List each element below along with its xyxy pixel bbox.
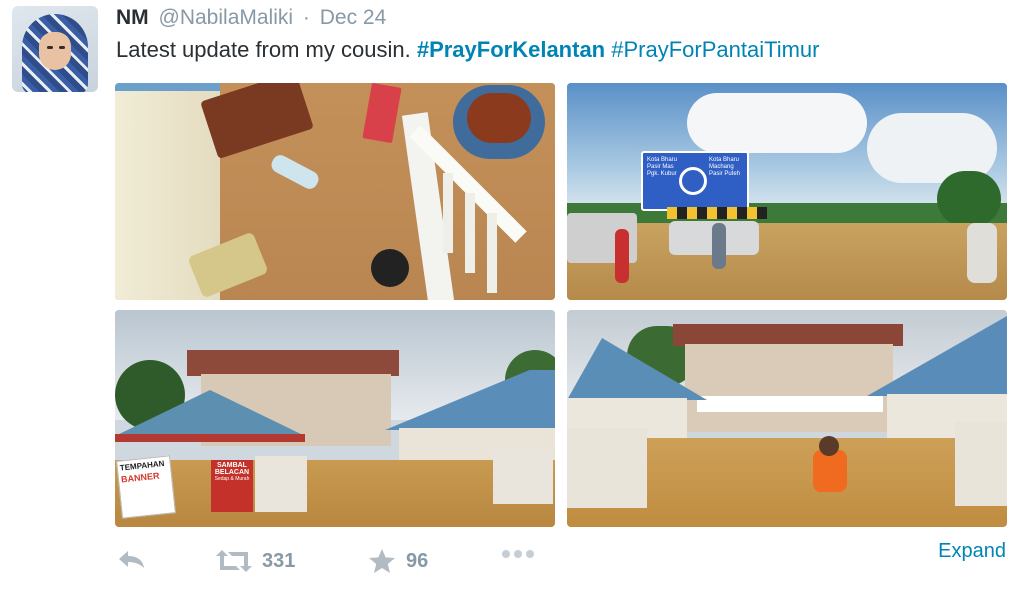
retweet-count: 331 [262, 549, 296, 572]
floating-wheel [371, 249, 409, 287]
baluster [443, 173, 453, 253]
house-roof-back [673, 324, 903, 346]
sign-label: Pgk. Kubur [647, 171, 677, 177]
avatar-eye-left [47, 46, 53, 49]
star-icon [369, 549, 395, 573]
chillies-in-basin [467, 93, 531, 143]
shop-sign-text: BELACAN [214, 469, 250, 476]
sign-label: Pasir Puteh [709, 171, 741, 177]
avatar-face [39, 32, 71, 70]
shop-sign-tempahan: TEMPAHAN BANNER [116, 455, 176, 519]
photo-flooded-road[interactable]: Kota Bharu Pasir Mas Pgk. Kubur Kota Bha… [567, 83, 1007, 300]
shop-sign-text: SAMBAL [217, 462, 247, 469]
tweet-date[interactable]: Dec 24 [320, 6, 387, 29]
tree [937, 171, 1001, 227]
favorite-button[interactable]: 96 [368, 548, 428, 574]
more-button[interactable] [500, 548, 536, 560]
person-motorcycle [967, 223, 997, 283]
floodwater [115, 460, 555, 527]
gate-pillar [255, 456, 307, 512]
reply-icon [119, 551, 144, 568]
display-name[interactable]: NM [116, 6, 149, 29]
shop-sign-text: Sedap & Murah [214, 476, 250, 482]
hashtag-pray-for-kelantan[interactable]: #PrayForKelantan [417, 37, 605, 62]
expand-link[interactable]: Expand [938, 540, 1006, 563]
balcony [697, 396, 883, 412]
gate-pillar [567, 428, 647, 508]
tweet-text-plain: Latest update from my cousin. [116, 37, 411, 62]
cloud [687, 93, 867, 153]
photo-flooded-houses[interactable]: TEMPAHAN BANNER SAMBAL BELACAN Sedap & M… [115, 310, 555, 527]
tweet-text: Latest update from my cousin. #PrayForKe… [116, 36, 820, 64]
photo-person-wading[interactable] [567, 310, 1007, 527]
user-handle[interactable]: @NabilaMaliki [159, 6, 294, 29]
sign-label: Kota Bharu [709, 157, 740, 163]
retweet-button[interactable]: 331 [216, 548, 295, 574]
person-orange-shirt [813, 450, 847, 492]
photo-flooded-interior[interactable] [115, 83, 555, 300]
roof-trim [115, 434, 305, 442]
reply-button[interactable] [116, 548, 146, 570]
avatar-eye-right [59, 46, 65, 49]
gate-pillar [493, 450, 553, 504]
shop-sign-sambal: SAMBAL BELACAN Sedap & Murah [211, 460, 253, 512]
hashtag-pray-for-pantai-timur[interactable]: #PrayForPantaiTimur [611, 37, 819, 62]
gate-pillar [955, 422, 1007, 506]
favorite-count: 96 [406, 549, 429, 572]
retweet-icon [216, 550, 252, 572]
house-back [685, 344, 893, 432]
header-separator: · [302, 6, 310, 29]
avatar[interactable] [12, 6, 98, 92]
sign-label: Kota Bharu [647, 157, 678, 163]
chevron-barrier [667, 207, 767, 219]
baluster [465, 193, 475, 273]
more-dots-icon [502, 550, 534, 558]
person-red [615, 229, 629, 283]
baluster [487, 213, 497, 293]
sign-label: Machang [709, 164, 734, 170]
person-wading [712, 223, 726, 269]
house-roof-back [187, 350, 399, 376]
sign-label: Pasir Mas [647, 164, 674, 170]
roundabout-symbol [679, 167, 707, 195]
tweet-header: NM @NabilaMaliki · Dec 24 [116, 6, 386, 30]
person-head [819, 436, 839, 456]
road-sign: Kota Bharu Pasir Mas Pgk. Kubur Kota Bha… [641, 151, 749, 211]
